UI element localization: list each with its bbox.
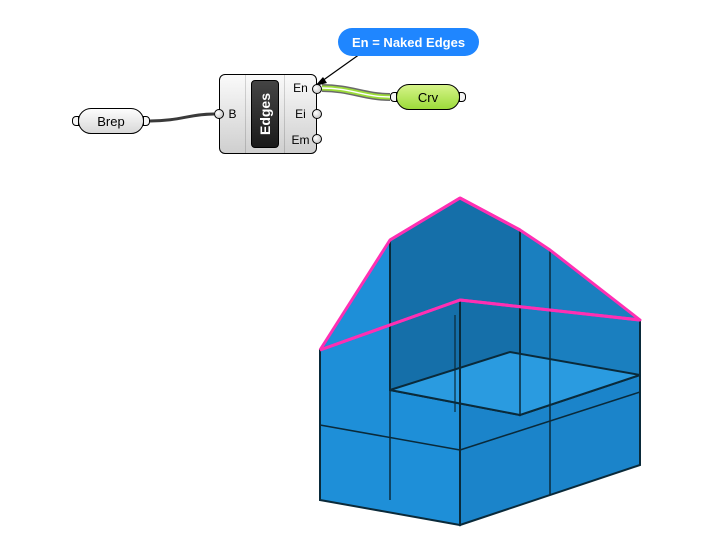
param-brep-label: Brep	[97, 114, 124, 129]
port-nub-En[interactable]	[312, 84, 322, 94]
component-center: Edges	[246, 75, 284, 153]
component-edges[interactable]: B Edges En Ei Em	[219, 74, 317, 154]
param-crv[interactable]: Crv	[396, 84, 460, 110]
component-name-block: Edges	[251, 80, 279, 148]
rhino-viewport-preview	[260, 180, 690, 530]
annotation-text: En = Naked Edges	[352, 35, 465, 50]
brep-preview-svg	[260, 180, 690, 530]
annotation-bubble: En = Naked Edges	[338, 28, 479, 56]
port-label-B: B	[228, 107, 236, 121]
port-label-En: En	[293, 81, 308, 95]
port-nub-B[interactable]	[214, 109, 224, 119]
port-nub-Em[interactable]	[312, 134, 322, 144]
component-name: Edges	[257, 93, 273, 135]
param-brep-input-nub[interactable]	[72, 116, 79, 126]
param-brep-output-nub[interactable]	[143, 116, 150, 126]
port-label-Em: Em	[292, 133, 310, 147]
port-label-Ei: Ei	[295, 107, 306, 121]
param-brep[interactable]: Brep	[78, 108, 144, 134]
param-crv-label: Crv	[418, 90, 438, 105]
param-crv-output-nub[interactable]	[459, 92, 466, 102]
port-nub-Ei[interactable]	[312, 109, 322, 119]
grasshopper-canvas[interactable]: Brep B Edges En Ei Em Crv En = Naked Edg…	[0, 0, 712, 538]
param-crv-input-nub[interactable]	[390, 92, 397, 102]
